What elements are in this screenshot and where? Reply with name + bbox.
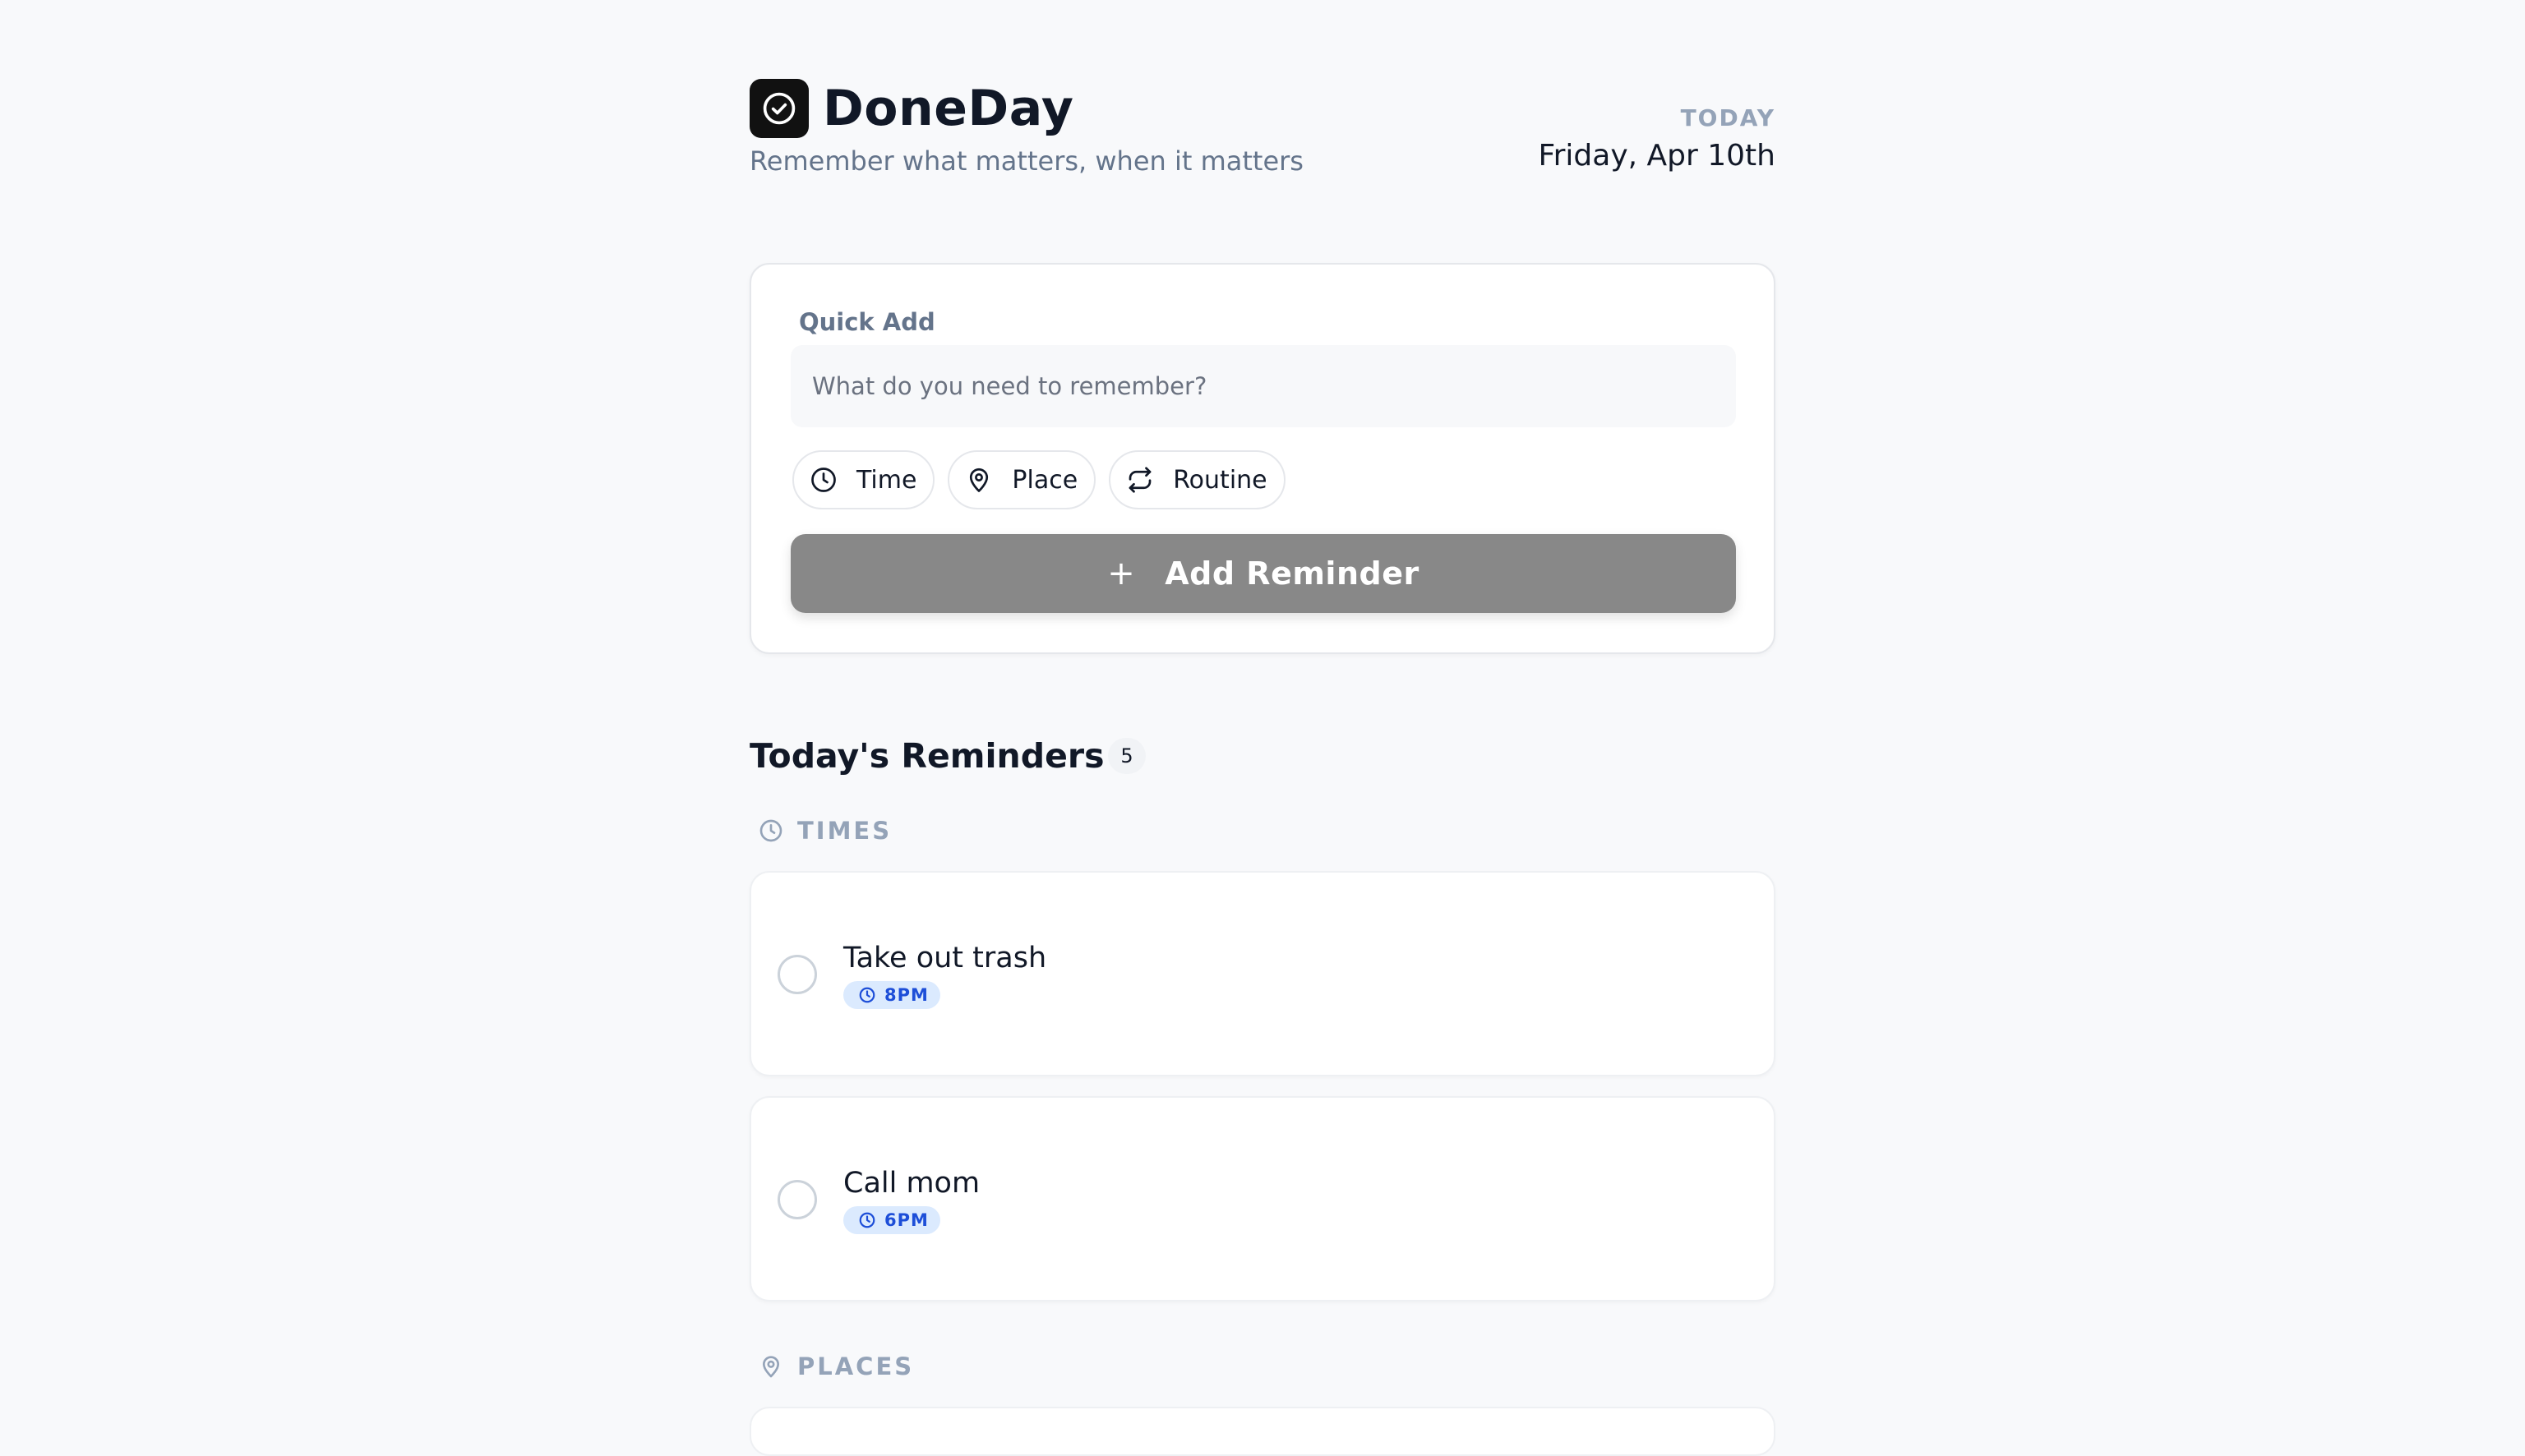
group-label-places: PLACES: [758, 1352, 914, 1380]
today-date: Friday, Apr 10th: [1538, 139, 1775, 173]
complete-checkbox[interactable]: [778, 955, 817, 994]
routine-chip[interactable]: Routine: [1109, 450, 1286, 509]
time-chip-label: Time: [856, 465, 917, 495]
clock-icon: [858, 986, 876, 1004]
map-pin-icon: [758, 1353, 784, 1380]
app-logo: [750, 79, 809, 138]
complete-checkbox[interactable]: [778, 1180, 817, 1219]
repeat-icon: [1125, 465, 1155, 495]
reminder-item: Call mom 6PM: [750, 1096, 1775, 1302]
quick-add-card: Quick Add Time Place: [750, 263, 1775, 654]
group-label-text: PLACES: [797, 1352, 915, 1380]
reminder-title: Take out trash: [843, 942, 1047, 975]
app-tagline: Remember what matters, when it matters: [750, 145, 1304, 177]
plus-icon: +: [1107, 555, 1136, 592]
clock-icon: [809, 465, 838, 495]
add-reminder-button[interactable]: + Add Reminder: [791, 534, 1736, 613]
app-title: DoneDay: [823, 80, 1074, 137]
time-tag: 8PM: [843, 981, 940, 1009]
reminder-item: [750, 1407, 1775, 1456]
routine-chip-label: Routine: [1173, 465, 1267, 495]
time-tag-label: 8PM: [884, 985, 929, 1005]
group-label-times: TIMES: [758, 817, 892, 845]
reminder-input[interactable]: [791, 345, 1736, 427]
clock-icon: [858, 1211, 876, 1229]
place-chip-label: Place: [1012, 465, 1078, 495]
time-chip[interactable]: Time: [792, 450, 935, 509]
add-reminder-label: Add Reminder: [1165, 555, 1419, 592]
time-tag: 6PM: [843, 1206, 940, 1234]
page: DoneDay Remember what matters, when it m…: [750, 0, 1775, 1456]
reminders-heading: Today's Reminders: [750, 736, 1105, 776]
group-label-text: TIMES: [797, 817, 893, 845]
place-chip[interactable]: Place: [948, 450, 1096, 509]
reminders-count-badge: 5: [1108, 738, 1146, 774]
check-circle-icon: [763, 92, 796, 125]
reminder-item: Take out trash 8PM: [750, 871, 1775, 1076]
reminder-type-chips: Time Place Routine: [792, 450, 1299, 509]
today-label: TODAY: [1680, 104, 1775, 131]
clock-icon: [758, 818, 784, 844]
map-pin-icon: [964, 465, 994, 495]
app-header: DoneDay Remember what matters, when it m…: [750, 79, 1775, 186]
time-tag-label: 6PM: [884, 1210, 929, 1230]
reminder-title: Call mom: [843, 1167, 981, 1200]
quick-add-label: Quick Add: [799, 308, 935, 336]
